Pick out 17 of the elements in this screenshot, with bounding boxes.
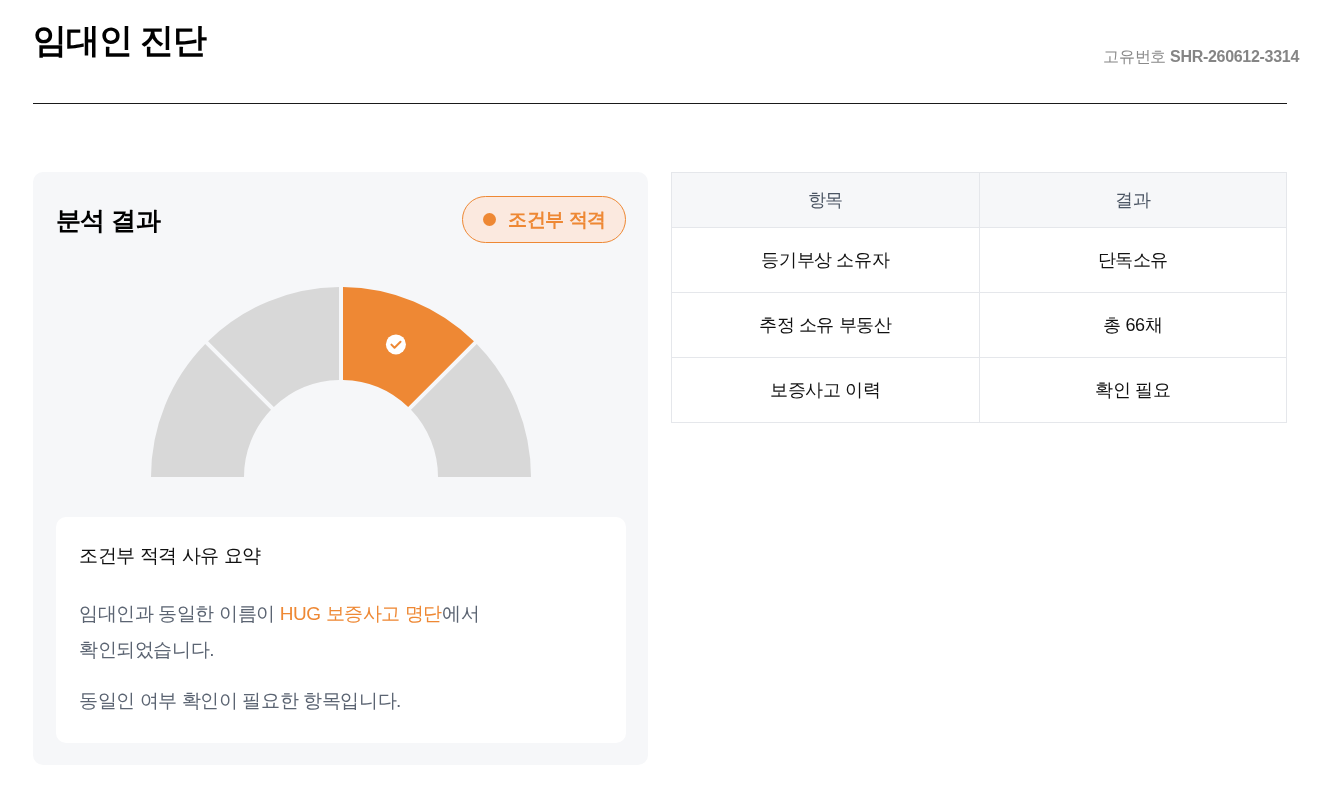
summary-title: 조건부 적격 사유 요약 (79, 544, 263, 568)
status-label: 조건부 적격 (508, 207, 606, 232)
table-cell: 등기부상 소유자 (671, 227, 979, 293)
table-cell: 확인 필요 (979, 357, 1287, 423)
check-icon (385, 334, 406, 355)
reference-number: 고유번호 SHR-260612-3314 (1103, 47, 1299, 67)
table-cell: 추정 소유 부동산 (671, 292, 979, 358)
table-cell: 총 66채 (979, 292, 1287, 358)
card-title: 분석 결과 (56, 204, 160, 236)
summary-text: 동일인 여부 확인이 필요한 항목입니다. (79, 689, 402, 713)
summary-text: 임대인과 동일한 이름이 HUG 보증사고 명단에서 확인되었습니다. (79, 602, 481, 662)
table-cell: 보증사고 이력 (671, 357, 979, 423)
column-header: 항목 (671, 172, 979, 228)
column-header: 결과 (979, 172, 1287, 228)
table-cell: 단독소유 (979, 227, 1287, 293)
status-dot-icon (483, 213, 497, 226)
page-title: 임대인 진단 (33, 20, 207, 61)
